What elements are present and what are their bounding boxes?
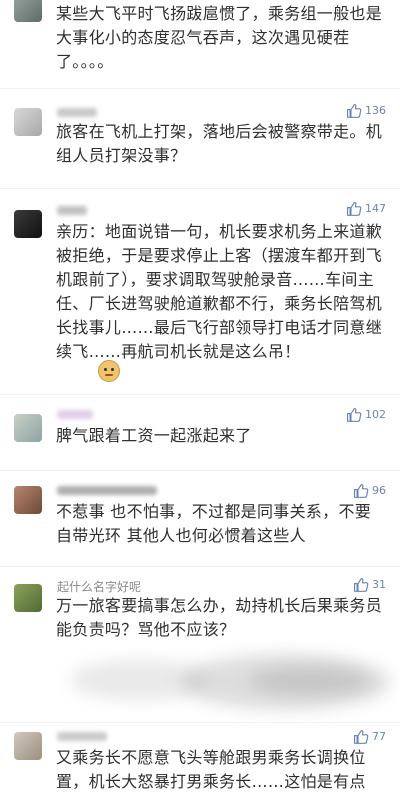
comment-item: 147 亲历：地面说错一句，机长要求机务上来道歉被拒绝，于是要求停止上客（摆渡车… [0, 196, 400, 396]
like-count: 136 [365, 104, 386, 117]
avatar[interactable] [14, 414, 42, 442]
thumbs-up-icon [353, 729, 369, 744]
divider [0, 470, 400, 471]
like-count: 77 [372, 730, 386, 743]
like-button[interactable]: 77 [352, 728, 386, 745]
comment-text: 亲历：地面说错一句，机长要求机务上来道歉被拒绝，于是要求停止上客（摆渡车都开到飞… [56, 222, 383, 361]
username-redacted [57, 486, 157, 495]
comment-text: 又乘务长不愿意飞头等舱跟男乘务长调换位置，机长大怒暴打男乘务长……这怕是有点 [56, 748, 366, 791]
like-count: 147 [365, 202, 386, 215]
like-count: 102 [365, 408, 386, 421]
username-redacted [57, 206, 87, 215]
like-button[interactable]: 147 [345, 200, 386, 217]
avatar[interactable] [14, 486, 42, 514]
username-redacted [57, 732, 107, 741]
thumbs-up-icon [346, 201, 362, 216]
comment-text: 不惹事 也不怕事，不过都是同事关系，不要自带光环 其他人也何必惯着这些人 [56, 502, 372, 545]
avatar[interactable] [14, 210, 42, 238]
divider [0, 188, 400, 189]
like-count: 31 [372, 578, 386, 591]
avatar[interactable] [14, 732, 42, 760]
divider [0, 88, 400, 89]
comment-item: 起什么名字好呢 31 万一旅客要搞事怎么办，劫持机长后果乘务员能负责吗？骂他不应… [0, 572, 400, 652]
avatar[interactable] [14, 108, 42, 136]
thumbs-up-icon [346, 407, 362, 422]
comment-item: 77 又乘务长不愿意飞头等舱跟男乘务长调换位置，机长大怒暴打男乘务长……这怕是有… [0, 726, 400, 795]
username-redacted [57, 410, 93, 419]
avatar[interactable] [14, 584, 42, 612]
doge-emoji-icon [98, 360, 120, 382]
like-button[interactable]: 31 [352, 576, 386, 593]
comment-item: 96 不惹事 也不怕事，不过都是同事关系，不要自带光环 其他人也何必惯着这些人 [0, 476, 400, 566]
comment-item: 102 脾气跟着工资一起涨起来了 [0, 400, 400, 470]
thumbs-up-icon [346, 103, 362, 118]
like-button[interactable]: 136 [345, 102, 386, 119]
blur-overlay [250, 666, 370, 696]
divider [0, 722, 400, 723]
like-count: 96 [372, 484, 386, 497]
comment-item: 某些大飞平时飞扬跋扈惯了，乘务组一般也是大事化小的态度忍气吞声，这次遇见硬茬了。… [0, 0, 400, 80]
comment-text: 万一旅客要搞事怎么办，劫持机长后果乘务员能负责吗？骂他不应该？ [56, 596, 383, 639]
comment-text: 脾气跟着工资一起涨起来了 [56, 426, 252, 445]
comment-item: 136 旅客在飞机上打架，落地后会被警察带走。机组人员打架没事？ [0, 96, 400, 186]
avatar[interactable] [14, 0, 42, 22]
comment-text: 旅客在飞机上打架，落地后会被警察带走。机组人员打架没事？ [56, 122, 383, 165]
comment-text: 某些大飞平时飞扬跋扈惯了，乘务组一般也是大事化小的态度忍气吞声，这次遇见硬茬了。… [56, 4, 383, 71]
divider [0, 566, 400, 567]
redacted-comment [0, 648, 400, 722]
like-button[interactable]: 102 [345, 406, 386, 423]
like-button[interactable]: 96 [352, 482, 386, 499]
username[interactable]: 起什么名字好呢 [57, 578, 141, 595]
thumbs-up-icon [353, 483, 369, 498]
divider [0, 394, 400, 395]
thumbs-up-icon [353, 577, 369, 592]
username-redacted [57, 108, 97, 117]
